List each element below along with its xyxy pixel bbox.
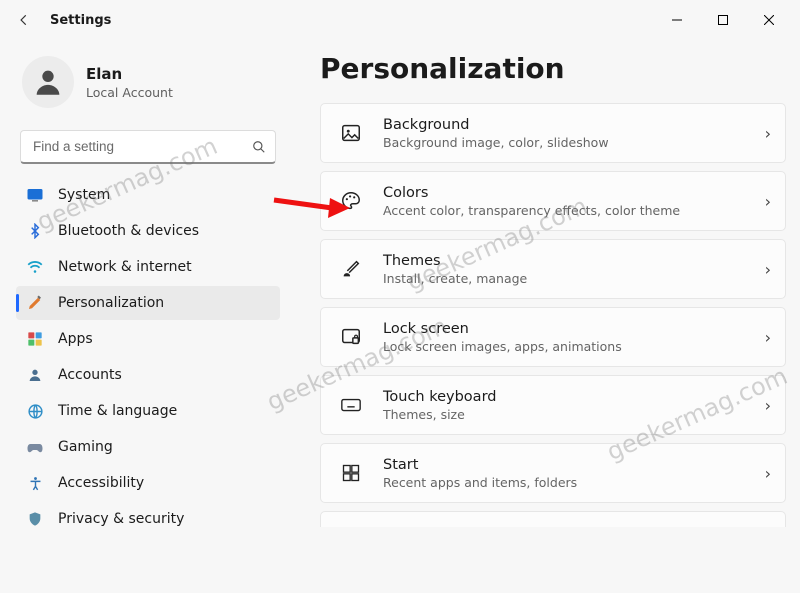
person-icon	[26, 366, 44, 384]
minimize-button[interactable]	[654, 4, 700, 36]
sidebar-item-label: Personalization	[58, 295, 164, 311]
card-subtitle: Lock screen images, apps, animations	[383, 339, 755, 354]
card-subtitle: Install, create, manage	[383, 271, 755, 286]
card-lock-screen[interactable]: Lock screen Lock screen images, apps, an…	[320, 307, 786, 367]
card-subtitle: Accent color, transparency effects, colo…	[383, 203, 755, 218]
settings-list: Background Background image, color, slid…	[320, 103, 786, 527]
card-subtitle: Themes, size	[383, 407, 755, 422]
shield-icon	[26, 510, 44, 528]
card-title: Touch keyboard	[383, 389, 755, 405]
card-subtitle: Recent apps and items, folders	[383, 475, 755, 490]
apps-icon	[26, 330, 44, 348]
search-icon	[252, 140, 266, 154]
card-touch-keyboard[interactable]: Touch keyboard Themes, size ›	[320, 375, 786, 435]
accessibility-icon	[26, 474, 44, 492]
sidebar-item-label: Bluetooth & devices	[58, 223, 199, 239]
sidebar-item-time-language[interactable]: Time & language	[16, 394, 280, 428]
card-colors[interactable]: Colors Accent color, transparency effect…	[320, 171, 786, 231]
card-themes[interactable]: Themes Install, create, manage ›	[320, 239, 786, 299]
chevron-right-icon: ›	[765, 464, 771, 483]
display-icon	[26, 186, 44, 204]
sidebar: Elan Local Account System Bluetooth &	[0, 40, 290, 593]
sidebar-nav: System Bluetooth & devices Network & int…	[16, 178, 280, 536]
card-title: Background	[383, 117, 755, 133]
gamepad-icon	[26, 438, 44, 456]
sidebar-item-label: Time & language	[58, 403, 177, 419]
bluetooth-icon	[26, 222, 44, 240]
chevron-right-icon: ›	[765, 396, 771, 415]
account-block[interactable]: Elan Local Account	[16, 50, 280, 126]
search-container	[20, 130, 276, 164]
sidebar-item-label: Accounts	[58, 367, 122, 383]
globe-clock-icon	[26, 402, 44, 420]
sidebar-item-label: Accessibility	[58, 475, 144, 491]
wifi-icon	[26, 258, 44, 276]
window-title: Settings	[50, 13, 111, 28]
page-title: Personalization	[320, 52, 786, 85]
sidebar-item-accessibility[interactable]: Accessibility	[16, 466, 280, 500]
chevron-right-icon: ›	[765, 328, 771, 347]
title-bar: Settings	[0, 0, 800, 40]
main-panel: Personalization Background Background im…	[290, 40, 800, 593]
sidebar-item-accounts[interactable]: Accounts	[16, 358, 280, 392]
chevron-right-icon: ›	[765, 192, 771, 211]
chevron-right-icon: ›	[765, 124, 771, 143]
image-icon	[339, 121, 363, 145]
card-title: Colors	[383, 185, 755, 201]
sidebar-item-apps[interactable]: Apps	[16, 322, 280, 356]
window-controls	[654, 4, 792, 36]
chevron-right-icon: ›	[765, 260, 771, 279]
palette-icon	[339, 189, 363, 213]
sidebar-item-network[interactable]: Network & internet	[16, 250, 280, 284]
start-grid-icon	[339, 461, 363, 485]
card-start[interactable]: Start Recent apps and items, folders ›	[320, 443, 786, 503]
sidebar-item-privacy[interactable]: Privacy & security	[16, 502, 280, 536]
account-type: Local Account	[86, 85, 173, 100]
card-subtitle: Background image, color, slideshow	[383, 135, 755, 150]
sidebar-item-gaming[interactable]: Gaming	[16, 430, 280, 464]
card-title: Start	[383, 457, 755, 473]
sidebar-item-label: Gaming	[58, 439, 113, 455]
card-next-peek[interactable]	[320, 511, 786, 527]
maximize-button[interactable]	[700, 4, 746, 36]
avatar	[22, 56, 74, 108]
card-title: Lock screen	[383, 321, 755, 337]
sidebar-item-system[interactable]: System	[16, 178, 280, 212]
brush-icon	[339, 257, 363, 281]
sidebar-item-label: Network & internet	[58, 259, 192, 275]
sidebar-item-bluetooth[interactable]: Bluetooth & devices	[16, 214, 280, 248]
card-title: Themes	[383, 253, 755, 269]
close-button[interactable]	[746, 4, 792, 36]
paintbrush-icon	[26, 294, 44, 312]
account-name: Elan	[86, 65, 173, 83]
back-button[interactable]	[8, 4, 40, 36]
sidebar-item-label: Apps	[58, 331, 93, 347]
search-input[interactable]	[20, 130, 276, 164]
sidebar-item-personalization[interactable]: Personalization	[16, 286, 280, 320]
card-background[interactable]: Background Background image, color, slid…	[320, 103, 786, 163]
sidebar-item-label: System	[58, 187, 110, 203]
keyboard-icon	[339, 393, 363, 417]
lock-screen-icon	[339, 325, 363, 349]
sidebar-item-label: Privacy & security	[58, 511, 184, 527]
